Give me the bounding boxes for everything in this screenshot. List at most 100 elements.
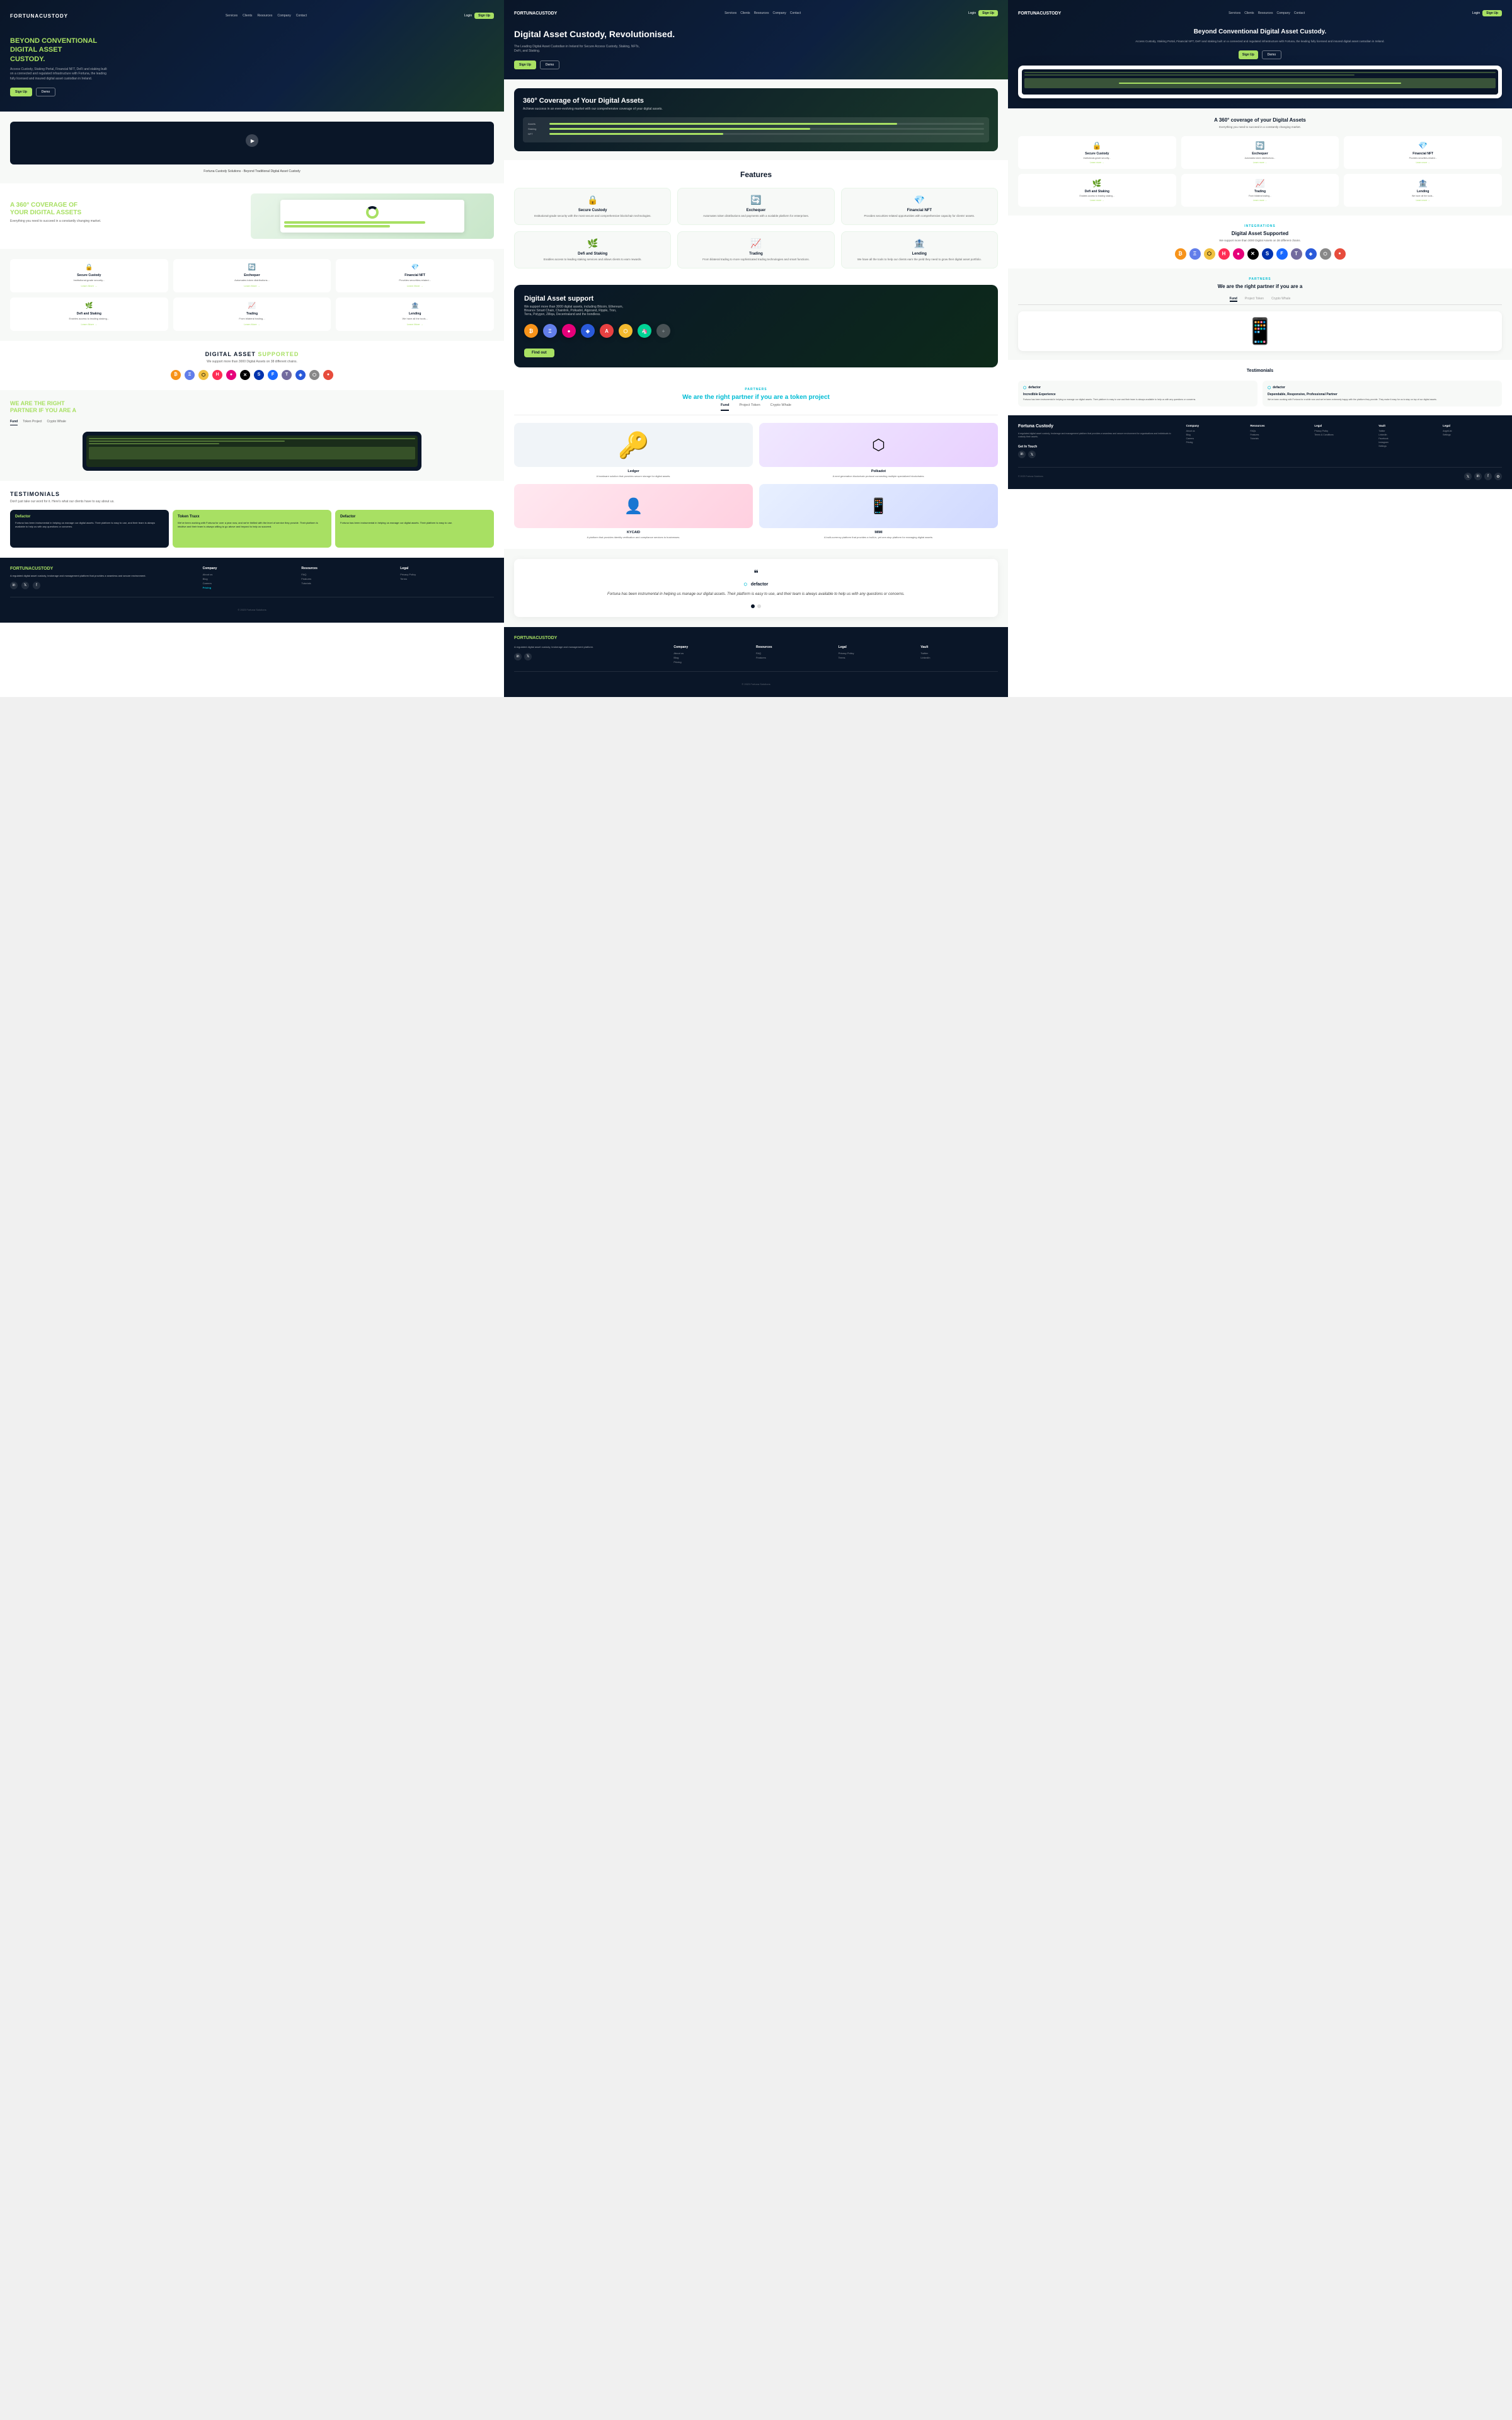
- nav-clients[interactable]: Clients: [243, 14, 252, 18]
- tab-fund[interactable]: Fund: [10, 420, 18, 425]
- col3-nav-resources[interactable]: Resources: [1258, 11, 1273, 15]
- footer-link-faq[interactable]: FAQ: [301, 573, 395, 576]
- col3-trading-link[interactable]: Learn more →: [1186, 199, 1334, 202]
- col2-tab-token[interactable]: Project Token: [739, 403, 760, 411]
- nft-link[interactable]: Learn More →: [341, 284, 489, 287]
- col3-footer-terms[interactable]: Terms & Conditions: [1314, 434, 1373, 436]
- col3-footer-instagram[interactable]: Instagram: [1378, 441, 1438, 444]
- col3-nav-company[interactable]: Company: [1276, 11, 1290, 15]
- exchequer-link[interactable]: Learn More →: [178, 284, 326, 287]
- col3-nav-clients[interactable]: Clients: [1244, 11, 1254, 15]
- col3-footer-about[interactable]: About us: [1186, 430, 1246, 432]
- col3-footer-twitter[interactable]: Twitter: [1378, 430, 1438, 432]
- col2-quote-text: Fortuna has been instrumental in helping…: [523, 592, 989, 598]
- col3-footer-features[interactable]: Features: [1251, 434, 1310, 436]
- col2-tab-whale[interactable]: Crypto Whale: [770, 403, 791, 411]
- custody-link[interactable]: Learn More →: [15, 284, 163, 287]
- col3-footer-tutorials[interactable]: Tutorials: [1251, 437, 1310, 440]
- nav-contact[interactable]: Contact: [296, 14, 307, 18]
- col2-login-button[interactable]: Login: [968, 10, 976, 16]
- col1-partner-tabs: Fund Token Project Crypto Whale: [10, 420, 494, 425]
- col2-footer-faq[interactable]: FAQ: [756, 652, 833, 655]
- col2-nav-company[interactable]: Company: [772, 11, 786, 15]
- quote-dot-2[interactable]: [757, 604, 761, 608]
- col2-nav-services[interactable]: Services: [724, 11, 736, 15]
- trading-link[interactable]: Learn More →: [178, 323, 326, 326]
- col2-footer-privacy[interactable]: Privacy Policy: [839, 652, 916, 655]
- col3-footer-linkedin[interactable]: LinkedIn: [1378, 434, 1438, 436]
- nav-services[interactable]: Services: [226, 14, 238, 18]
- col2-tab-fund[interactable]: Fund: [721, 403, 729, 411]
- col2-demo-button[interactable]: Demo: [540, 60, 559, 69]
- col3-footer-settings2[interactable]: Settings: [1443, 434, 1502, 436]
- col1-cta-button[interactable]: Sign Up: [10, 88, 32, 96]
- col3-footer-faq[interactable]: FAQs: [1251, 430, 1310, 432]
- col3-tab-whale[interactable]: Crypto Whale: [1271, 297, 1290, 302]
- col3-login-button[interactable]: Login: [1472, 10, 1480, 16]
- col3-nft-link[interactable]: Learn more →: [1349, 161, 1497, 164]
- col2-nav-contact[interactable]: Contact: [790, 11, 801, 15]
- tab-whale[interactable]: Crypto Whale: [47, 420, 66, 425]
- nav-company[interactable]: Company: [277, 14, 290, 18]
- col3-footer-blog[interactable]: Blog: [1186, 434, 1246, 436]
- col3-defi-link[interactable]: Learn more →: [1023, 199, 1171, 202]
- col3-bottom-social-1[interactable]: 𝕏: [1464, 473, 1472, 480]
- col3-nav-contact[interactable]: Contact: [1294, 11, 1305, 15]
- lending-link[interactable]: Learn More →: [341, 323, 489, 326]
- col2-footer-about[interactable]: About us: [673, 652, 751, 655]
- col3-footer-angellist[interactable]: AngelList: [1443, 430, 1502, 432]
- col2-footer-twitter[interactable]: Twitter: [920, 652, 998, 655]
- col3-demo-button[interactable]: Demo: [1262, 50, 1281, 59]
- col3-footer-facebook[interactable]: Facebook: [1378, 437, 1438, 440]
- nav-resources[interactable]: Resources: [257, 14, 272, 18]
- play-button[interactable]: ▶: [246, 134, 258, 147]
- tab-token[interactable]: Token Project: [23, 420, 42, 425]
- col3-bottom-gear[interactable]: ⚙: [1494, 473, 1502, 480]
- col2-nav-resources[interactable]: Resources: [754, 11, 769, 15]
- col2-footer-blog[interactable]: Blog: [673, 656, 751, 659]
- col1-demo-button[interactable]: Demo: [36, 88, 55, 96]
- footer-link-about[interactable]: About us: [203, 573, 297, 576]
- footer-link-blog[interactable]: Blog: [203, 577, 297, 580]
- footer-link-privacy[interactable]: Privacy Policy: [400, 573, 494, 576]
- col3-custody-link[interactable]: Learn more →: [1023, 161, 1171, 164]
- social-facebook[interactable]: f: [33, 582, 40, 589]
- col2-footer-terms[interactable]: Terms: [839, 656, 916, 659]
- quote-dot-1[interactable]: [751, 604, 755, 608]
- col3-footer-resources-col: Resources FAQs Features Tutorials: [1251, 424, 1310, 461]
- defi-link[interactable]: Learn More →: [15, 323, 163, 326]
- col3-bottom-social-3[interactable]: f: [1484, 473, 1492, 480]
- col2-cta-button[interactable]: Sign Up: [514, 60, 536, 69]
- col3-social-twitter[interactable]: 𝕏: [1028, 451, 1036, 458]
- col3-bottom-social-2[interactable]: in: [1474, 473, 1482, 480]
- footer-link-terms[interactable]: Terms: [400, 577, 494, 580]
- footer-link-tutorials[interactable]: Tutorials: [301, 582, 395, 585]
- signup-button[interactable]: Sign Up: [474, 13, 494, 19]
- footer-link-features[interactable]: Features: [301, 577, 395, 580]
- social-linkedin[interactable]: in: [10, 582, 18, 589]
- social-twitter[interactable]: 𝕏: [21, 582, 29, 589]
- footer-link-careers[interactable]: Careers: [203, 582, 297, 585]
- col2-nav-clients[interactable]: Clients: [740, 11, 750, 15]
- col2-signup-button[interactable]: Sign Up: [978, 10, 998, 16]
- find-out-button[interactable]: Find out: [524, 349, 554, 357]
- col2-footer-pricing[interactable]: Pricing: [673, 660, 751, 664]
- col2-footer-features[interactable]: Features: [756, 656, 833, 659]
- col2-social-twitter[interactable]: 𝕏: [524, 653, 532, 660]
- col2-social-linkedin[interactable]: in: [514, 653, 522, 660]
- col3-footer-careers[interactable]: Careers: [1186, 437, 1246, 440]
- col3-lending-link[interactable]: Learn more →: [1349, 199, 1497, 202]
- col3-footer-settings[interactable]: Settings: [1378, 445, 1438, 447]
- col3-exchequer-link[interactable]: Learn more →: [1186, 161, 1334, 164]
- col3-tab-fund[interactable]: Fund: [1230, 297, 1237, 302]
- col3-footer-privacy[interactable]: Privacy Policy: [1314, 430, 1373, 432]
- col3-social-linkedin[interactable]: in: [1018, 451, 1026, 458]
- footer-link-pricing[interactable]: Pricing: [203, 586, 297, 589]
- col2-footer-linkedin[interactable]: LinkedIn: [920, 656, 998, 659]
- col3-signup-button[interactable]: Sign Up: [1482, 10, 1502, 16]
- col3-cta-button[interactable]: Sign Up: [1239, 50, 1258, 59]
- col3-tab-token[interactable]: Project Token: [1245, 297, 1264, 302]
- col3-footer-pricing[interactable]: Pricing: [1186, 441, 1246, 444]
- col3-nav-services[interactable]: Services: [1228, 11, 1240, 15]
- login-button[interactable]: Login: [464, 13, 472, 19]
